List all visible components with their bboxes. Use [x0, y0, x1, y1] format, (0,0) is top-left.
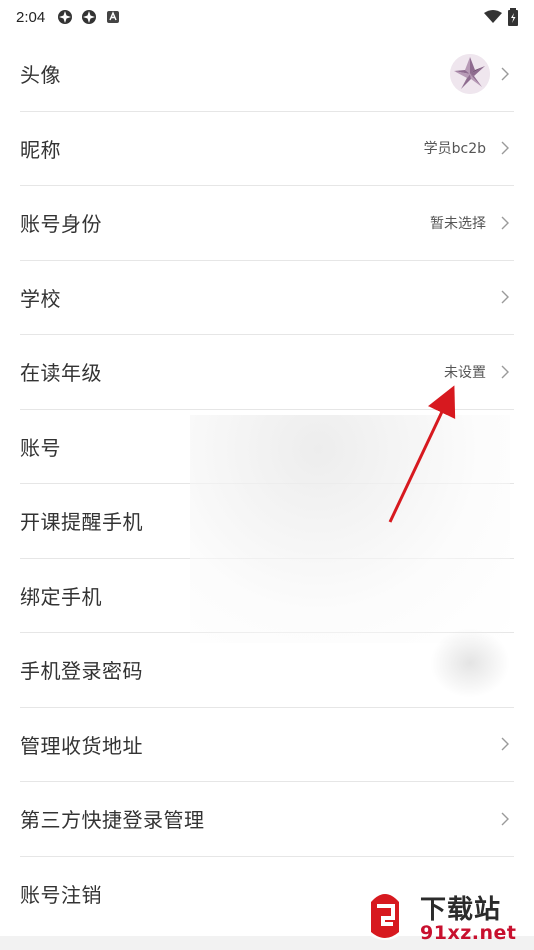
app-notification-icon — [82, 10, 97, 24]
identity-value: 暂未选择 — [430, 215, 486, 232]
wifi-icon — [484, 10, 502, 23]
row-phone-login-password[interactable]: 手机登录密码 — [20, 633, 514, 708]
row-label: 在读年级 — [20, 361, 102, 386]
watermark-text: 下载站 — [420, 895, 502, 925]
avatar[interactable] — [450, 53, 490, 94]
row-label: 账号 — [20, 435, 61, 460]
grade-value: 未设置 — [444, 364, 486, 381]
chevron-right-icon — [501, 67, 509, 81]
row-label: 昵称 — [20, 137, 61, 162]
row-nickname[interactable]: 昵称 学员bc2b — [20, 112, 514, 186]
row-school[interactable]: 学校 — [20, 261, 514, 335]
chevron-right-icon — [501, 737, 509, 751]
chevron-right-icon — [501, 365, 509, 379]
row-label: 开课提醒手机 — [20, 510, 143, 535]
chevron-right-icon — [501, 290, 509, 304]
avatar-image-icon — [450, 53, 490, 94]
battery-icon — [508, 8, 518, 26]
chevron-right-icon — [501, 216, 509, 230]
row-label: 第三方快捷登录管理 — [20, 808, 205, 833]
row-avatar[interactable]: 头像 — [20, 37, 514, 112]
row-label: 账号身份 — [20, 212, 102, 237]
keyboard-notification-icon — [107, 11, 120, 23]
app-notification-icon — [58, 10, 73, 24]
row-label: 头像 — [20, 63, 61, 88]
row-label: 管理收货地址 — [20, 733, 143, 758]
row-manage-address[interactable]: 管理收货地址 — [20, 708, 514, 782]
watermark-url: 91xz.net — [420, 922, 517, 944]
nickname-value: 学员bc2b — [423, 141, 486, 158]
row-bind-phone[interactable]: 绑定手机 — [20, 559, 514, 633]
status-time: 2:04 — [16, 8, 46, 26]
status-bar: 2:04 — [0, 0, 534, 34]
row-third-party-login[interactable]: 第三方快捷登录管理 — [20, 782, 514, 857]
row-label: 学校 — [20, 286, 61, 311]
row-label: 绑定手机 — [20, 584, 102, 609]
row-account-identity[interactable]: 账号身份 暂未选择 — [20, 186, 514, 261]
row-label: 手机登录密码 — [20, 659, 143, 684]
chevron-right-icon — [501, 141, 509, 155]
annotation-arrow-icon — [388, 385, 456, 523]
row-label: 账号注销 — [20, 883, 102, 908]
chevron-right-icon — [501, 812, 509, 826]
